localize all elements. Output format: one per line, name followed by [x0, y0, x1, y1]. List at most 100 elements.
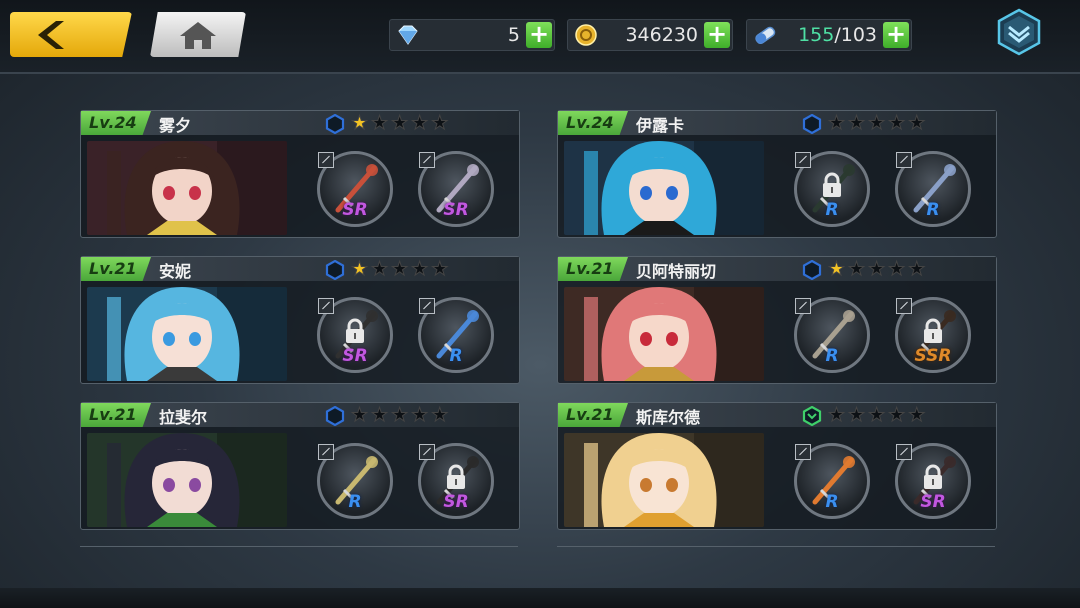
star-empty-icon: ★	[391, 112, 412, 134]
character-name: 伊露卡	[636, 116, 685, 135]
rarity-label: SR	[342, 200, 368, 220]
stamina-pill-icon	[755, 26, 776, 45]
star-filled-icon: ★	[350, 112, 372, 134]
character-name: 拉斐尔	[159, 408, 208, 427]
rarity-label: R	[348, 492, 362, 512]
star-empty-icon: ★	[827, 112, 849, 134]
rarity-label: SSR	[914, 346, 952, 366]
back-button[interactable]	[10, 12, 132, 57]
star-empty-icon: ★	[431, 258, 452, 280]
character-card[interactable]: Lv.21 贝阿特丽切 ★★★★★ R SSR	[557, 256, 997, 384]
star-rating: ★★★★★	[827, 258, 929, 280]
add-diamond-button[interactable]: +	[526, 22, 552, 48]
add-stamina-button[interactable]: +	[883, 22, 909, 48]
character-card[interactable]: Lv.24 雾夕 ★★★★★ SR SR	[80, 110, 520, 238]
star-empty-icon: ★	[371, 112, 392, 134]
diamond-counter: 5 +	[389, 19, 555, 51]
star-empty-icon: ★	[391, 258, 412, 280]
star-empty-icon: ★	[868, 112, 889, 134]
edit-icon[interactable]	[419, 298, 435, 314]
character-portrait	[564, 287, 764, 381]
character-card[interactable]: Lv.21 斯库尔德 ★★★★★ R SR	[557, 402, 997, 530]
character-portrait	[87, 433, 287, 527]
edit-icon[interactable]	[896, 298, 912, 314]
star-rating: ★★★★★	[350, 404, 451, 426]
character-portrait	[87, 141, 287, 235]
card-header: Lv.21 安妮 ★★★★★	[81, 257, 519, 281]
star-rating: ★★★★★	[350, 258, 452, 280]
weapon-slot[interactable]: SR	[895, 443, 971, 519]
add-gold-button[interactable]: +	[704, 22, 730, 48]
weapon-slot[interactable]: R	[895, 151, 971, 227]
character-card[interactable]: Lv.24 伊露卡 ★★★★★ R R	[557, 110, 997, 238]
coin-icon	[575, 24, 597, 46]
edit-icon[interactable]	[419, 152, 435, 168]
edit-icon[interactable]	[795, 444, 811, 460]
home-icon	[180, 22, 216, 49]
star-empty-icon: ★	[908, 258, 929, 280]
weapon-slot[interactable]: R	[794, 443, 870, 519]
star-empty-icon: ★	[411, 112, 432, 134]
edit-icon[interactable]	[318, 298, 334, 314]
rarity-label: R	[449, 346, 463, 366]
character-portrait	[87, 287, 287, 381]
star-empty-icon: ★	[868, 258, 889, 280]
edit-icon[interactable]	[419, 444, 435, 460]
star-empty-icon: ★	[848, 112, 869, 134]
star-empty-icon: ★	[868, 404, 889, 426]
rank-hexagon-icon	[325, 114, 345, 134]
edit-icon[interactable]	[795, 298, 811, 314]
star-empty-icon: ★	[391, 404, 412, 426]
diamond-icon	[398, 25, 418, 45]
star-empty-icon: ★	[371, 258, 392, 280]
card-header: Lv.21 贝阿特丽切 ★★★★★	[558, 257, 996, 281]
star-empty-icon: ★	[848, 404, 869, 426]
rarity-label: SR	[920, 492, 946, 512]
star-empty-icon: ★	[411, 404, 432, 426]
character-name: 斯库尔德	[636, 408, 701, 427]
weapon-slot[interactable]: SSR	[895, 297, 971, 373]
stamina-value: 155/103	[798, 24, 877, 46]
weapon-slot[interactable]: R	[317, 443, 393, 519]
level-badge: Lv.24	[558, 111, 628, 135]
star-rating: ★★★★★	[350, 112, 451, 134]
weapon-slot[interactable]: SR	[418, 151, 494, 227]
edit-icon[interactable]	[795, 152, 811, 168]
character-portrait	[564, 141, 764, 235]
weapon-slot[interactable]: SR	[418, 443, 494, 519]
weapon-slot[interactable]: R	[418, 297, 494, 373]
card-header: Lv.21 拉斐尔 ★★★★★	[81, 403, 519, 427]
edit-icon[interactable]	[318, 444, 334, 460]
weapon-slot[interactable]: R	[794, 151, 870, 227]
menu-toggle-icon[interactable]	[996, 8, 1042, 56]
character-portrait	[564, 433, 764, 527]
divider-left	[80, 546, 518, 547]
gold-value: 346230	[625, 24, 698, 46]
stamina-counter: 155/103 +	[746, 19, 912, 51]
character-card[interactable]: Lv.21 拉斐尔 ★★★★★ R SR	[80, 402, 520, 530]
character-card[interactable]: Lv.21 安妮 ★★★★★ SR R	[80, 256, 520, 384]
home-button[interactable]	[150, 12, 246, 57]
edit-icon[interactable]	[318, 152, 334, 168]
character-name: 贝阿特丽切	[636, 262, 717, 281]
rarity-label: R	[825, 200, 839, 220]
level-badge: Lv.24	[81, 111, 151, 135]
star-filled-icon: ★	[350, 258, 372, 280]
gold-counter: 346230 +	[567, 19, 733, 51]
edit-icon[interactable]	[896, 152, 912, 168]
rarity-label: R	[825, 492, 839, 512]
chevron-left-icon	[38, 21, 64, 49]
bottom-bar	[0, 588, 1080, 608]
star-empty-icon: ★	[888, 404, 909, 426]
star-empty-icon: ★	[411, 258, 432, 280]
rank-hexagon-icon	[325, 406, 345, 426]
rarity-label: SR	[443, 492, 469, 512]
level-badge: Lv.21	[558, 257, 628, 281]
character-name: 安妮	[159, 262, 192, 281]
weapon-slot[interactable]: SR	[317, 151, 393, 227]
rank-hexagon-icon	[802, 260, 822, 280]
weapon-slot[interactable]: SR	[317, 297, 393, 373]
edit-icon[interactable]	[896, 444, 912, 460]
star-empty-icon: ★	[888, 112, 909, 134]
weapon-slot[interactable]: R	[794, 297, 870, 373]
